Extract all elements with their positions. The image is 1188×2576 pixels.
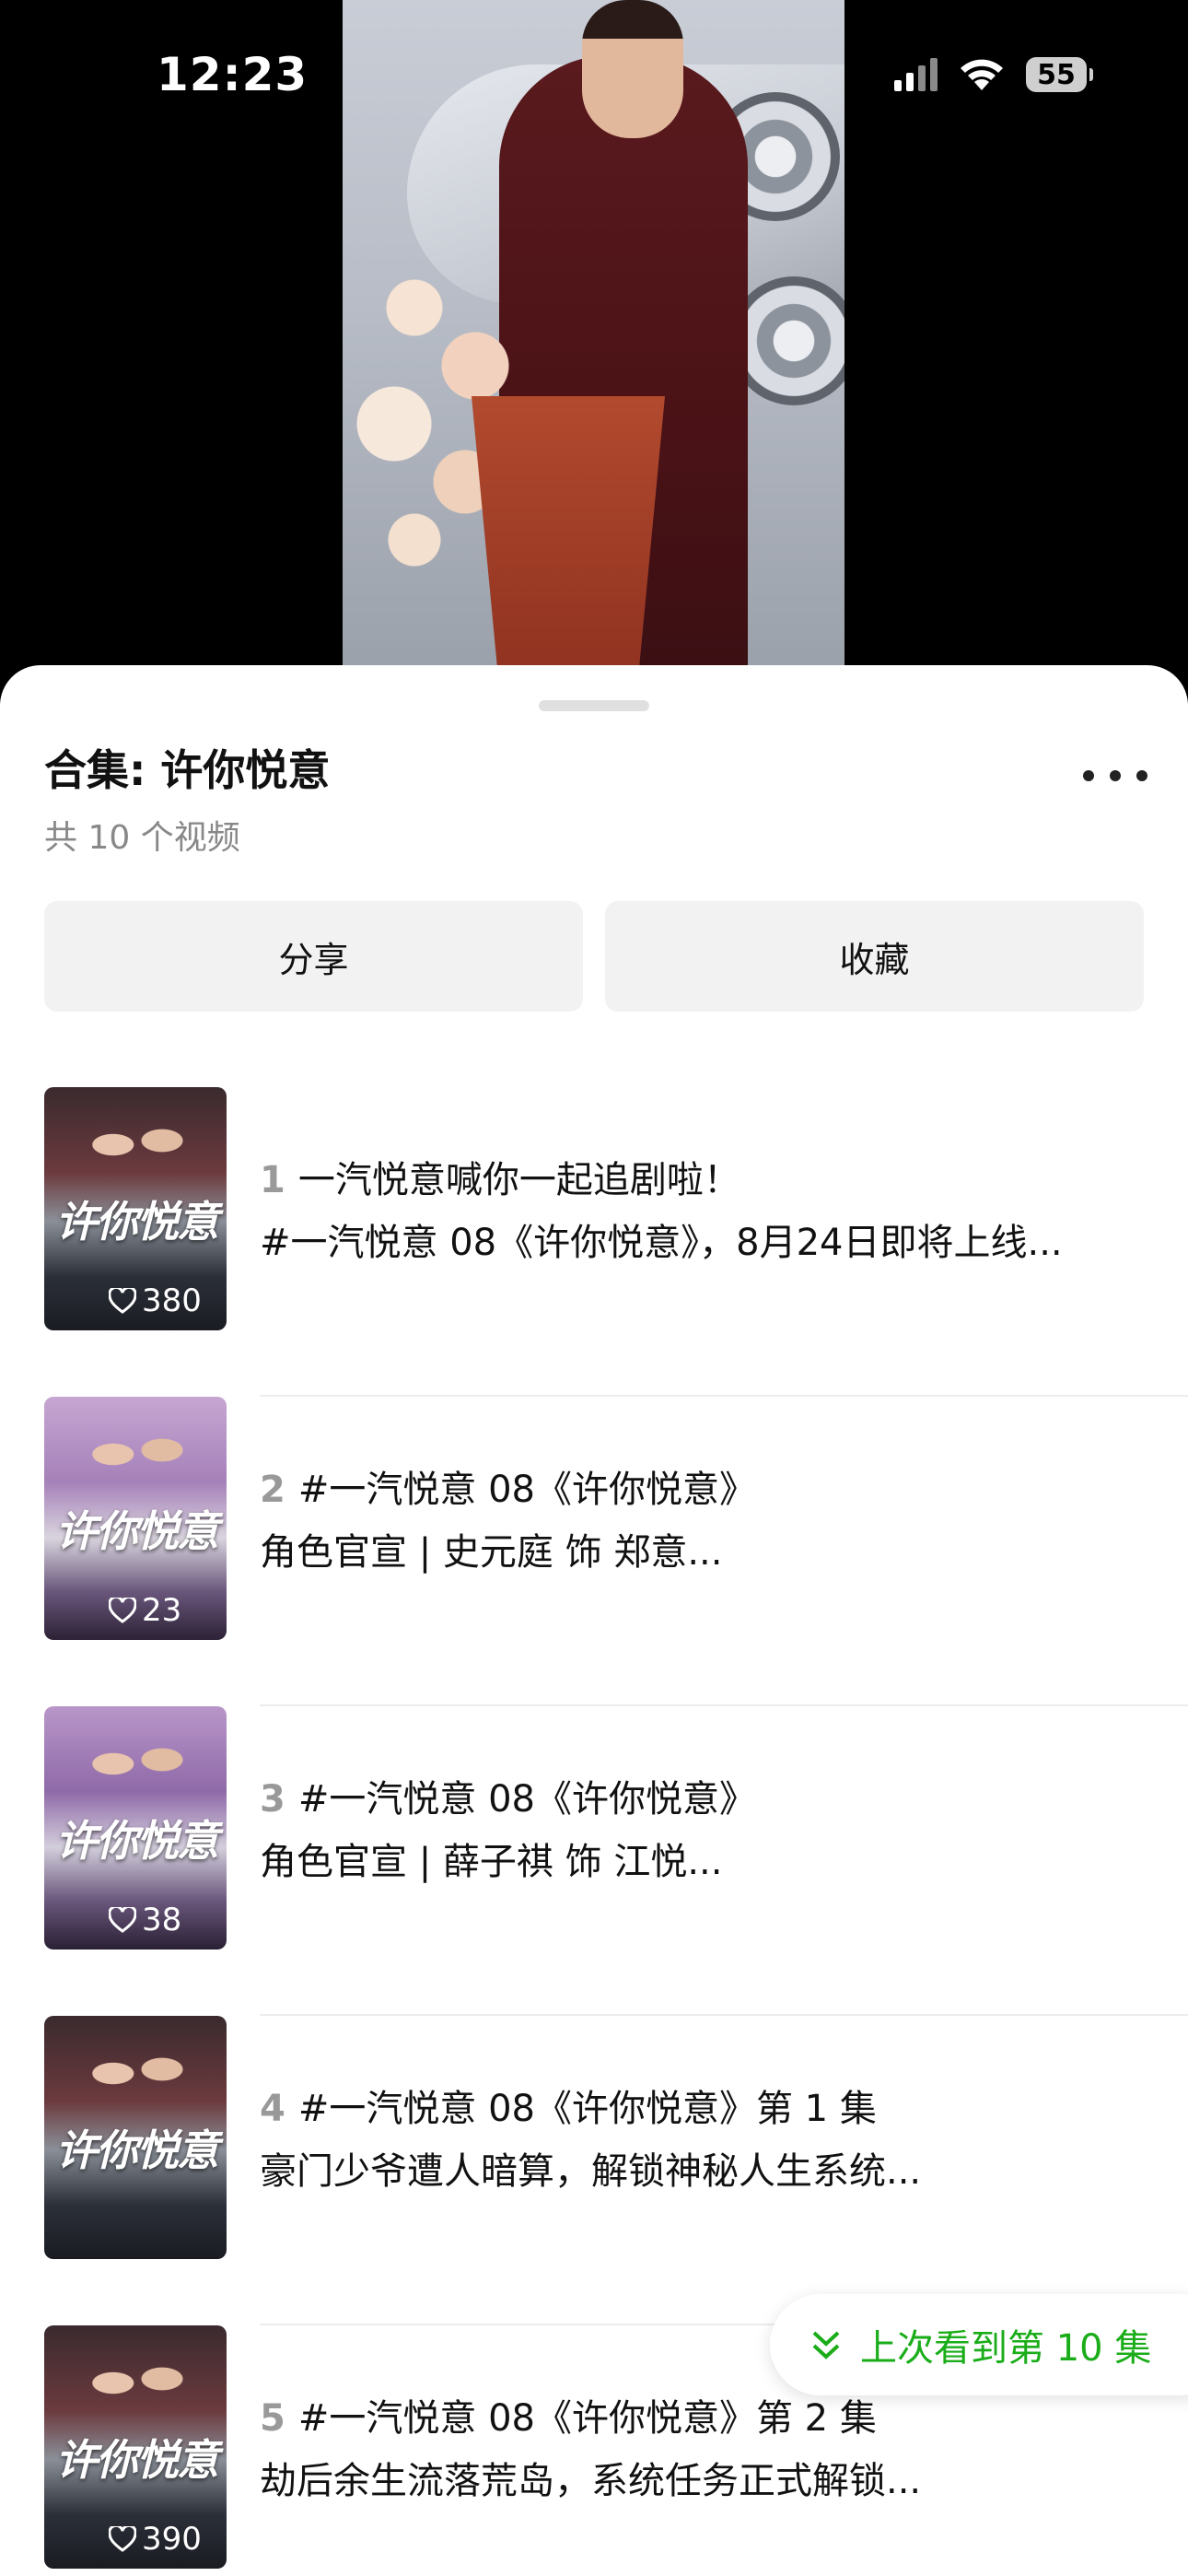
presenter-head bbox=[582, 0, 683, 138]
video-player[interactable]: 12:23 55 bbox=[0, 0, 1188, 682]
heart-icon bbox=[109, 1288, 136, 1314]
episode-thumbnail: 许你悦意 23 bbox=[44, 1397, 227, 1640]
episode-item[interactable]: 许你悦意 380 1 一汽悦意喊你一起追剧啦！ #一汽悦意 08《许你悦意》，8月… bbox=[0, 1087, 1188, 1397]
episode-title-text: 一汽悦意喊你一起追剧啦！ bbox=[297, 1159, 740, 1201]
episode-title-text: #一汽悦意 08《许你悦意》第 2 集 bbox=[297, 2397, 877, 2440]
like-count-value: 38 bbox=[142, 1902, 182, 1938]
thumbnail-cast bbox=[72, 1417, 201, 1500]
heart-icon bbox=[109, 1598, 136, 1623]
heart-icon bbox=[109, 1907, 136, 1933]
episode-title: 1 一汽悦意喊你一起追剧啦！ bbox=[260, 1150, 1151, 1203]
more-dots-icon[interactable] bbox=[1083, 757, 1147, 794]
thumbnail-title: 许你悦意 bbox=[55, 1816, 219, 1866]
episode-number: 5 bbox=[260, 2397, 285, 2440]
heart-icon bbox=[109, 2526, 136, 2552]
thumbnail-cast bbox=[72, 2346, 201, 2429]
episode-title-text: #一汽悦意 08《许你悦意》 bbox=[297, 1469, 756, 1511]
thumbnail-title: 许你悦意 bbox=[55, 2125, 219, 2175]
episode-number: 4 bbox=[260, 2088, 285, 2130]
episode-title: 3 #一汽悦意 08《许你悦意》 bbox=[260, 1769, 1151, 1822]
episode-description: #一汽悦意 08《许你悦意》，8月24日即将上线... bbox=[260, 1222, 1063, 1264]
battery-icon: 55 bbox=[1026, 57, 1093, 92]
like-count: 390 bbox=[109, 2521, 202, 2558]
cellular-signal-icon bbox=[894, 58, 938, 91]
episode-description: 角色官宣 | 薛子祺 饰 江悦... bbox=[260, 1841, 723, 1883]
wifi-icon bbox=[958, 57, 1006, 92]
like-count-value: 380 bbox=[142, 1282, 202, 1319]
collection-sheet: 合集: 许你悦意 共 10 个视频 分享 收藏 许你悦意 380 1 一汽悦意喊你… bbox=[0, 665, 1188, 2576]
thumbnail-cast bbox=[72, 2036, 201, 2119]
resume-label: 上次看到第 10 集 bbox=[860, 2327, 1152, 2370]
episode-title-text: #一汽悦意 08《许你悦意》第 1 集 bbox=[297, 2088, 877, 2130]
episode-number: 3 bbox=[260, 1778, 285, 1821]
resume-watching-button[interactable]: 上次看到第 10 集 bbox=[770, 2294, 1188, 2395]
status-indicators: 55 bbox=[894, 57, 1093, 92]
like-count-value: 390 bbox=[142, 2521, 202, 2558]
thumbnail-title: 许你悦意 bbox=[55, 1197, 219, 1247]
thumbnail-title: 许你悦意 bbox=[55, 2435, 219, 2485]
like-count-value: 23 bbox=[142, 1592, 182, 1629]
collection-count: 共 10 个视频 bbox=[44, 819, 240, 857]
sheet-grabber[interactable] bbox=[539, 700, 649, 711]
episode-description: 角色官宣 | 史元庭 饰 郑意... bbox=[260, 1531, 723, 1574]
episode-thumbnail: 许你悦意 bbox=[44, 2016, 227, 2259]
share-button[interactable]: 分享 bbox=[44, 901, 583, 1012]
favorite-button[interactable]: 收藏 bbox=[605, 901, 1144, 1012]
collection-title: 合集: 许你悦意 bbox=[44, 745, 331, 795]
thumbnail-title: 许你悦意 bbox=[55, 1506, 219, 1556]
episode-item[interactable]: 许你悦意 23 2 #一汽悦意 08《许你悦意》 角色官宣 | 史元庭 饰 郑意.… bbox=[0, 1397, 1188, 1706]
episode-title-text: #一汽悦意 08《许你悦意》 bbox=[297, 1778, 756, 1821]
double-chevron-down-icon bbox=[809, 2327, 844, 2362]
episode-item[interactable]: 许你悦意 4 #一汽悦意 08《许你悦意》第 1 集 豪门少爷遭人暗算，解锁神秘人… bbox=[0, 2016, 1188, 2325]
like-count: 23 bbox=[109, 1592, 181, 1629]
episode-number: 1 bbox=[260, 1159, 285, 1201]
podium bbox=[472, 396, 665, 682]
thumbnail-cast bbox=[72, 1107, 201, 1190]
episode-title: 5 #一汽悦意 08《许你悦意》第 2 集 bbox=[260, 2388, 1151, 2441]
episode-thumbnail: 许你悦意 380 bbox=[44, 1087, 227, 1330]
thumbnail-cast bbox=[72, 1727, 201, 1809]
video-frame bbox=[343, 0, 844, 682]
status-time: 12:23 bbox=[157, 48, 309, 101]
like-count: 380 bbox=[109, 1282, 202, 1319]
episode-description: 劫后余生流落荒岛，系统任务正式解锁... bbox=[260, 2460, 922, 2502]
episode-title: 4 #一汽悦意 08《许你悦意》第 1 集 bbox=[260, 2078, 1151, 2132]
battery-level: 55 bbox=[1037, 58, 1076, 91]
episode-description: 豪门少爷遭人暗算，解锁神秘人生系统... bbox=[260, 2150, 922, 2193]
episode-item[interactable]: 许你悦意 38 3 #一汽悦意 08《许你悦意》 角色官宣 | 薛子祺 饰 江悦.… bbox=[0, 1706, 1188, 2016]
episode-number: 2 bbox=[260, 1469, 285, 1511]
episode-thumbnail: 许你悦意 38 bbox=[44, 1706, 227, 1950]
like-count: 38 bbox=[109, 1902, 181, 1938]
episode-title: 2 #一汽悦意 08《许你悦意》 bbox=[260, 1459, 1151, 1513]
episode-thumbnail: 许你悦意 390 bbox=[44, 2325, 227, 2569]
